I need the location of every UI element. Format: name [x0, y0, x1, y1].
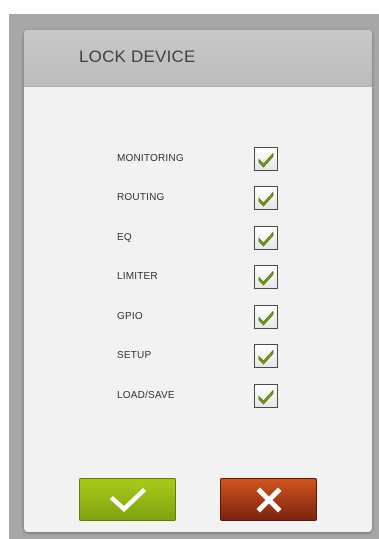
cancel-button[interactable] [220, 478, 317, 521]
dialog-header: LOCK DEVICE [24, 30, 372, 87]
option-label: SETUP [117, 350, 152, 361]
option-monitoring: MONITORING [117, 147, 292, 173]
option-label: LIMITER [117, 271, 158, 282]
confirm-button[interactable] [79, 478, 176, 521]
limiter-checkbox[interactable] [254, 265, 278, 289]
option-label: LOAD/SAVE [117, 390, 175, 401]
checkmark-icon [258, 270, 274, 286]
option-gpio: GPIO [117, 305, 292, 331]
option-label: MONITORING [117, 153, 184, 164]
checkmark-icon [258, 349, 274, 365]
option-label: ROUTING [117, 192, 165, 203]
option-setup: SETUP [117, 344, 292, 370]
option-routing: ROUTING [117, 186, 292, 212]
monitoring-checkbox[interactable] [254, 147, 278, 171]
option-limiter: LIMITER [117, 265, 292, 291]
routing-checkbox[interactable] [254, 186, 278, 210]
option-label: EQ [117, 232, 132, 243]
checkmark-icon [258, 310, 274, 326]
lock-device-dialog: LOCK DEVICE MONITORING ROUTING EQ LIMITE… [24, 30, 372, 532]
load-save-checkbox[interactable] [254, 384, 278, 408]
dialog-title: LOCK DEVICE [79, 47, 196, 66]
option-label: GPIO [117, 311, 143, 322]
option-eq: EQ [117, 226, 292, 252]
gpio-checkbox[interactable] [254, 305, 278, 329]
checkmark-icon [258, 389, 274, 405]
checkmark-icon [109, 487, 146, 512]
close-icon [255, 486, 282, 513]
option-load-save: LOAD/SAVE [117, 384, 292, 410]
setup-checkbox[interactable] [254, 344, 278, 368]
checkmark-icon [258, 231, 274, 247]
checkmark-icon [258, 191, 274, 207]
eq-checkbox[interactable] [254, 226, 278, 250]
checkmark-icon [258, 152, 274, 168]
